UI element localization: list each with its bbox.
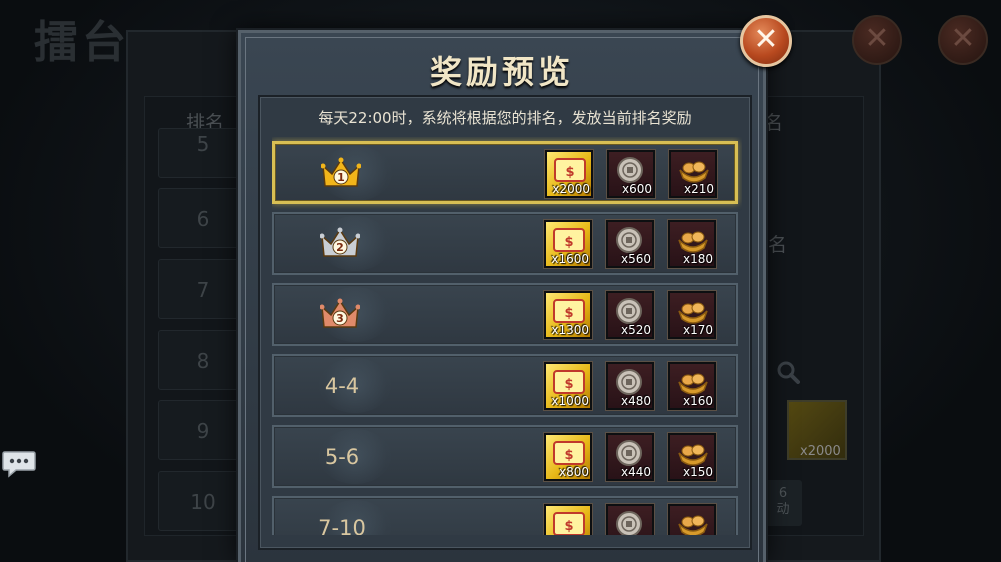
reward-row: 1 $ x2000 x600 x210 xyxy=(272,141,738,204)
close-dialog-button[interactable]: ✕ xyxy=(740,15,792,67)
silver-coin-icon[interactable]: x520 xyxy=(606,291,654,339)
silver-coin-icon[interactable]: x400 xyxy=(606,504,654,535)
svg-text:$: $ xyxy=(565,165,574,180)
reward-row: 2 $ x1600 x560 x180 xyxy=(272,212,738,275)
chat-bubble-icon[interactable] xyxy=(2,449,36,479)
item-quantity: x170 xyxy=(682,323,713,337)
bronze-crown-icon: 3 xyxy=(319,297,361,333)
reward-list[interactable]: 1 $ x2000 x600 x210 2 $ x1600 x560 x180 3 $ x1300 x52… xyxy=(272,137,742,535)
item-quantity: x800 xyxy=(558,465,589,479)
item-quantity: x180 xyxy=(682,252,713,266)
item-quantity: x1600 xyxy=(551,252,589,266)
background-button-text: 动 xyxy=(776,502,790,517)
item-quantity: x1300 xyxy=(551,323,589,337)
gold-ingot-icon[interactable]: x170 xyxy=(668,291,716,339)
rank-cell: 9 xyxy=(158,400,248,460)
reward-row: 3 $ x1300 x520 x170 xyxy=(272,283,738,346)
dialog-content-panel: 每天22:00时，系统将根据您的排名，发放当前排名奖励 1 $ x2000 x600 x… xyxy=(258,95,752,550)
svg-text:$: $ xyxy=(564,306,573,321)
reward-preview-dialog: 奖励预览 每天22:00时，系统将根据您的排名，发放当前排名奖励 1 $ x2000… xyxy=(238,30,766,562)
gold-crown-icon: 1 xyxy=(320,156,362,192)
gold-token-icon[interactable]: $ x1600 xyxy=(544,220,592,268)
dialog-title: 奖励预览 xyxy=(429,53,574,91)
reward-row: 7-10 $x600 x400 x140 xyxy=(272,496,738,535)
background-close-button-2: ✕ xyxy=(938,15,988,65)
gold-token-icon[interactable]: $x600 xyxy=(544,504,592,535)
gold-ingot-icon[interactable]: x150 xyxy=(668,433,716,481)
silver-coin-icon[interactable]: x600 xyxy=(607,150,655,198)
silver-coin-icon[interactable]: x560 xyxy=(606,220,654,268)
right-column-header: 名 xyxy=(764,112,784,134)
rank-cell: 5 xyxy=(158,128,248,178)
rank-range-label: 5-6 xyxy=(324,445,360,469)
svg-text:3: 3 xyxy=(336,312,344,325)
gold-token-icon[interactable]: $ x1300 xyxy=(544,291,592,339)
silver-coin-icon[interactable]: x440 xyxy=(606,433,654,481)
rank-range-label: 4-4 xyxy=(324,374,360,398)
item-quantity: x440 xyxy=(620,465,651,479)
background-action-button: 6 动 xyxy=(764,480,802,526)
background-reward-quantity: x2000 xyxy=(800,444,841,459)
item-quantity: x2000 xyxy=(552,182,590,196)
svg-text:$: $ xyxy=(564,377,573,392)
background-button-text: 6 xyxy=(778,486,788,501)
item-quantity: x150 xyxy=(682,465,713,479)
gold-ingot-icon[interactable]: x140 xyxy=(668,504,716,535)
item-quantity: x160 xyxy=(682,394,713,408)
gold-ingot-icon[interactable]: x180 xyxy=(668,220,716,268)
rank-range-label: 7-10 xyxy=(318,516,366,535)
rank-cell: 7 xyxy=(158,259,248,319)
search-icon xyxy=(777,361,800,384)
game-screen: 擂台 排名 名 名 5 6 7 8 9 10 ✕ ✕ x2000 6 动 奖励预… xyxy=(0,0,1001,562)
gold-ingot-icon[interactable]: x210 xyxy=(669,150,717,198)
item-quantity: x560 xyxy=(620,252,651,266)
reward-row: 5-6 $ x800 x440 x150 xyxy=(272,425,738,488)
svg-text:$: $ xyxy=(564,448,573,463)
rank-cell: 10 xyxy=(158,471,248,531)
reward-row: 4-4 $ x1000 x480 x160 xyxy=(272,354,738,417)
gold-token-icon[interactable]: $ x2000 xyxy=(545,150,593,198)
svg-text:$: $ xyxy=(564,235,573,250)
right-column-label: 名 xyxy=(768,234,788,256)
item-quantity: x1000 xyxy=(551,394,589,408)
silver-coin-icon[interactable]: x480 xyxy=(606,362,654,410)
svg-text:1: 1 xyxy=(337,171,345,184)
item-quantity: x210 xyxy=(683,182,714,196)
arena-title: 擂台 xyxy=(34,17,130,68)
rank-cell: 6 xyxy=(158,188,248,248)
item-quantity: x520 xyxy=(620,323,651,337)
silver-crown-icon: 2 xyxy=(319,226,361,262)
gold-token-icon[interactable]: $ x1000 xyxy=(544,362,592,410)
gold-token-icon[interactable]: $ x800 xyxy=(544,433,592,481)
reward-notice: 每天22:00时，系统将根据您的排名，发放当前排名奖励 xyxy=(318,109,692,127)
item-quantity: x600 xyxy=(621,182,652,196)
item-quantity: x480 xyxy=(620,394,651,408)
gold-ingot-icon[interactable]: x160 xyxy=(668,362,716,410)
svg-text:2: 2 xyxy=(336,241,344,254)
background-close-button: ✕ xyxy=(852,15,902,65)
rank-cell: 8 xyxy=(158,330,248,390)
svg-text:$: $ xyxy=(564,519,573,534)
